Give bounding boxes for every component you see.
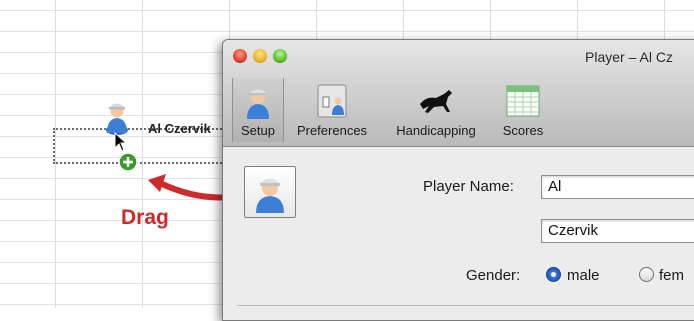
player-drag-icon: [106, 103, 128, 135]
gender-male-radio[interactable]: [546, 267, 561, 282]
drag-player-name: Al Czervik: [148, 121, 211, 136]
mouse-cursor-icon: [114, 132, 128, 152]
toolbar-label: Handicapping: [396, 123, 476, 138]
preferences-icon: [317, 84, 347, 118]
last-name-field[interactable]: Czervik: [541, 219, 694, 243]
drag-annotation: Drag: [121, 206, 169, 229]
minimize-button[interactable]: [253, 49, 267, 63]
player-photo-icon: [256, 178, 284, 213]
window-titlebar: Player – Al Cz Setup Preferences Handica…: [223, 40, 694, 147]
zoom-button[interactable]: [273, 49, 287, 63]
player-icon: [247, 89, 269, 119]
gender-female-radio[interactable]: [639, 267, 654, 282]
gender-male-label: male: [567, 267, 600, 284]
toolbar-preferences[interactable]: Preferences: [289, 78, 375, 142]
gender-female-label: fem: [659, 267, 685, 284]
player-name-label: Player Name:: [423, 178, 514, 195]
first-name-field[interactable]: Al: [541, 175, 694, 199]
gender-label: Gender:: [466, 267, 521, 284]
toolbar-handicapping[interactable]: Handicapping: [383, 78, 489, 142]
toolbar-label: Setup: [241, 123, 275, 138]
player-window: Player – Al Cz Setup Preferences Handica…: [222, 39, 694, 321]
section-divider: [237, 305, 694, 306]
toolbar-setup[interactable]: Setup: [232, 78, 284, 142]
player-photo-well[interactable]: [244, 166, 296, 218]
close-button[interactable]: [233, 49, 247, 63]
toolbar-label: Preferences: [296, 123, 368, 138]
setup-panel: Player Name: Al Czervik Gender: male fem: [223, 147, 694, 320]
horse-icon: [420, 90, 452, 113]
toolbar-label: Scores: [502, 123, 544, 138]
copy-plus-icon: [118, 152, 138, 172]
scorecard-icon: [506, 85, 540, 117]
toolbar-scores[interactable]: Scores: [495, 78, 551, 142]
window-title: Player – Al Cz: [585, 49, 673, 65]
